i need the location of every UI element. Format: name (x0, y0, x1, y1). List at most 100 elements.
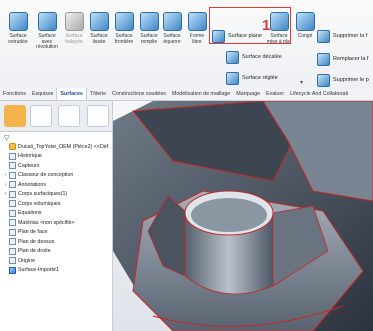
delete-hole-icon (317, 73, 330, 87)
tree-item-label: Capteurs (18, 162, 40, 169)
filled-surface-icon (139, 12, 159, 31)
tree-item-label: Matériau <non spécifié> (18, 219, 75, 226)
extruded-surface-icon (8, 12, 28, 31)
feature-icon (9, 181, 16, 189)
model-view (113, 101, 373, 331)
revolved-surface-icon (37, 12, 57, 31)
tree-item[interactable]: › Annotations (2, 180, 112, 190)
expand-arrow-icon[interactable]: › (2, 172, 9, 178)
tool-boundary-surface-button[interactable]: Surface frontière (112, 12, 136, 45)
tree-item-label: Plan de face (18, 229, 48, 236)
tool-label: Surface extrudée (8, 33, 28, 45)
tool-freeform-button[interactable]: Forme libre (185, 12, 209, 45)
supprimer-face-button[interactable]: Supprimer la f (317, 29, 368, 43)
tab-fonctions[interactable]: Fonctions (0, 88, 29, 100)
tool-label: Surface lissée (90, 33, 108, 45)
tab-t-lerie[interactable]: Tôlerie (87, 88, 109, 100)
conge-button[interactable]: Congé (293, 12, 317, 40)
feature-tree: Ducati_TopYoke_OEM (Pièce2) <<Déf Histori… (2, 142, 112, 275)
boundary-surface-icon (114, 12, 134, 31)
tree-item[interactable]: Ducati_TopYoke_OEM (Pièce2) <<Déf (2, 142, 112, 152)
tree-item-label: Annotations (18, 181, 46, 188)
tree-item-label: Classeur de conception (18, 172, 74, 179)
expand-arrow-icon[interactable]: › (2, 182, 9, 188)
callout-number: 1 (262, 17, 271, 34)
ruled-surface-icon (162, 12, 182, 31)
tree-item-label: Plan de droite (18, 248, 51, 255)
expand-arrow-icon[interactable]: › (2, 191, 9, 197)
tab-surfaces[interactable]: Surfaces (56, 88, 87, 100)
tab-lifecycle-and-collaborati[interactable]: Lifecycle And Collaborati (287, 88, 351, 100)
property-manager-icon[interactable] (30, 105, 52, 127)
conge-label: Congé (297, 33, 313, 39)
tree-item[interactable]: Historique (2, 152, 112, 162)
supprimer-poignee-label: Supprimer le p (333, 77, 369, 83)
tool-extruded-surface-button[interactable]: Surface extrudée (6, 12, 30, 45)
tree-item-label: Ducati_TopYoke_OEM (Pièce2) <<Déf (18, 143, 109, 150)
tab-constructions-soud-es[interactable]: Constructions soudées (109, 88, 169, 100)
tool-swept-surface-button[interactable]: Surface balayée (62, 12, 86, 45)
feature-icon (9, 171, 16, 179)
tree-item[interactable]: Equations (2, 209, 112, 219)
filter-icon[interactable]: ▽ (4, 134, 9, 142)
boss-inner (191, 198, 267, 232)
feature-icon (9, 238, 16, 246)
tree-item[interactable]: Origine (2, 256, 112, 266)
remplacer-face-label: Remplacer la f (333, 56, 369, 62)
delete-face-icon (317, 29, 330, 43)
tree-item[interactable]: › Classeur de conception (2, 171, 112, 181)
tree-item[interactable]: Plan de dessus (2, 237, 112, 247)
dimxpert-icon[interactable] (87, 105, 109, 127)
command-tabs: Fonctions Esquisse Surfaces Tôlerie Construc… (0, 88, 373, 101)
feature-icon (9, 200, 16, 208)
tab-evaluer[interactable]: Evaluer (263, 88, 287, 100)
freeform-icon (187, 12, 207, 31)
tool-label: Surface balayée (65, 33, 83, 45)
tool-label: Surface frontière (114, 33, 134, 45)
tree-item[interactable]: Capteurs (2, 161, 112, 171)
imported-surface-icon (9, 266, 16, 274)
tree-item[interactable]: Matériau <non spécifié> (2, 218, 112, 228)
tree-item-label: Corps surfaciques(1) (18, 191, 68, 198)
tree-item[interactable]: › Corps surfaciques(1) (2, 190, 112, 200)
replace-face-icon (317, 52, 330, 66)
ruled-surface-small-icon (226, 71, 239, 85)
tool-revolved-surface-button[interactable]: Surface avec révolution (35, 12, 59, 51)
fillet-icon (295, 12, 315, 31)
tree-item[interactable]: Plan de face (2, 228, 112, 238)
configuration-manager-icon[interactable] (58, 105, 80, 127)
surface-decalee-button[interactable]: Surface décalée (226, 50, 282, 64)
tree-item-label: Plan de dessus (18, 238, 55, 245)
lofted-surface-icon (89, 12, 109, 31)
surface-reglee-label: Surface réglée (242, 75, 278, 81)
tool-label: Surface remplie (140, 33, 158, 45)
supprimer-poignee-button[interactable]: Supprimer le p (317, 73, 369, 87)
feature-icon (9, 228, 16, 236)
tool-ruled-surface-button[interactable]: Surface équerre (160, 12, 184, 45)
tree-item[interactable]: Surface-Importé1 (2, 266, 112, 276)
graphics-viewport[interactable] (113, 101, 373, 331)
ribbon-dropdown-arrow[interactable]: ▾ (300, 79, 303, 86)
surface-decalee-label: Surface décalée (242, 54, 282, 60)
panel-toolbar (0, 101, 112, 132)
tab-esquisse[interactable]: Esquisse (29, 88, 57, 100)
tree-item-label: Equations (18, 210, 42, 217)
feature-manager-panel: ▽ Ducati_TopYoke_OEM (Pièce2) <<Déf Histo… (0, 101, 113, 331)
tab-mod-lisation-de-maillage[interactable]: Modélisation de maillage (169, 88, 233, 100)
tree-item-label: Origine (18, 257, 36, 264)
remplacer-face-button[interactable]: Remplacer la f (317, 52, 369, 66)
tool-filled-surface-button[interactable]: Surface remplie (137, 12, 161, 45)
tree-item-label: Corps volumiques (18, 200, 61, 207)
tree-item[interactable]: Corps volumiques (2, 199, 112, 209)
feature-icon (9, 209, 16, 217)
tab-marquage[interactable]: Marquage (233, 88, 263, 100)
tree-item[interactable]: Plan de droite (2, 247, 112, 257)
supprimer-face-label: Supprimer la f (333, 33, 368, 39)
part-icon (9, 143, 16, 151)
feature-icon (9, 257, 16, 265)
offset-surface-icon (226, 50, 239, 64)
tool-lofted-surface-button[interactable]: Surface lissée (87, 12, 111, 45)
surface-reglee-button[interactable]: Surface réglée (226, 71, 278, 85)
feature-icon (9, 190, 16, 198)
feature-manager-icon[interactable] (4, 105, 26, 127)
